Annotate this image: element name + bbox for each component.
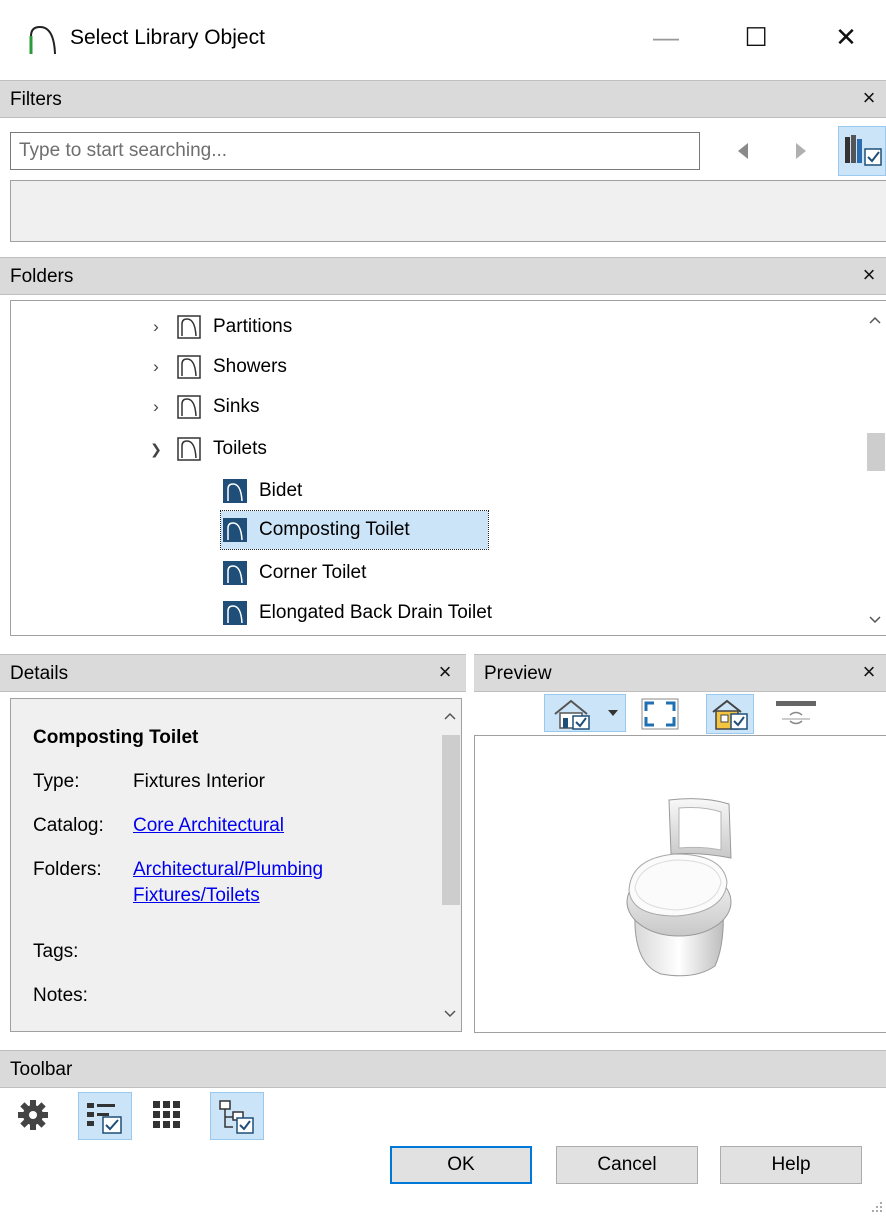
library-object-icon: [223, 479, 247, 503]
library-object-icon: [223, 518, 247, 542]
library-folder-icon: [177, 355, 201, 379]
chevron-right-icon[interactable]: ›: [145, 317, 167, 337]
house-view-icon: [554, 699, 590, 730]
tree-item-label: Toilets: [213, 438, 267, 459]
dropdown-arrow-icon: [608, 710, 618, 716]
tree-item-label: Elongated Back Drain Toilet: [259, 602, 493, 623]
minimize-button[interactable]: —: [636, 22, 696, 62]
tree-item-corner-toilet[interactable]: Corner Toilet: [223, 553, 366, 593]
close-window-button[interactable]: ✕: [816, 22, 876, 62]
tags-label: Tags:: [33, 941, 79, 962]
view-mode-dropdown[interactable]: [544, 694, 626, 732]
toilet-3d-preview: [626, 798, 732, 977]
filters-header: Filters ×: [0, 80, 886, 118]
fit-to-window-icon[interactable]: [640, 697, 680, 731]
tree-view-button[interactable]: [210, 1092, 264, 1140]
folders-header: Folders ×: [0, 257, 886, 295]
library-object-icon: [223, 561, 247, 585]
scroll-down-icon[interactable]: [868, 615, 882, 625]
chevron-right-icon[interactable]: ›: [145, 397, 167, 417]
forward-arrow-icon[interactable]: [786, 136, 814, 166]
tree-item-label: Composting Toilet: [259, 519, 410, 540]
window-title: Select Library Object: [70, 26, 265, 49]
folders-link[interactable]: Architectural/Plumbing Fixtures/Toilets: [133, 857, 323, 909]
preview-close-icon[interactable]: ×: [858, 659, 880, 685]
preview-canvas[interactable]: [474, 735, 886, 1033]
preview-title: Preview: [484, 663, 552, 684]
toolbar-header: Toolbar: [0, 1050, 886, 1088]
chevron-right-icon[interactable]: ›: [145, 357, 167, 377]
cancel-button[interactable]: Cancel: [556, 1146, 698, 1184]
list-view-icon: [87, 1103, 122, 1134]
rotate-view-icon[interactable]: [774, 697, 818, 729]
notes-label: Notes:: [33, 985, 88, 1006]
type-label: Type:: [33, 771, 80, 792]
folders-scroll-thumb[interactable]: [867, 433, 885, 471]
details-scrollbar[interactable]: [439, 699, 461, 1031]
tree-item-bidet[interactable]: Bidet: [223, 471, 302, 511]
details-close-icon[interactable]: ×: [434, 659, 456, 685]
materials-toggle-icon: [712, 699, 748, 730]
filters-title: Filters: [10, 89, 62, 110]
folders-scrollbar[interactable]: [864, 301, 886, 635]
details-folders-row: Folders: Architectural/Plumbing Fixtures/T…: [33, 859, 323, 909]
scroll-down-icon[interactable]: [443, 1009, 457, 1019]
library-folder-icon: [177, 395, 201, 419]
details-scroll-thumb[interactable]: [442, 735, 460, 905]
catalog-label: Catalog:: [33, 815, 104, 836]
gear-icon[interactable]: [16, 1098, 50, 1132]
library-folder-icon: [177, 437, 201, 461]
details-panel: Composting Toilet Type: Fixtures Interior…: [10, 698, 462, 1032]
resize-grip-icon[interactable]: [870, 1200, 884, 1214]
filter-books-icon: [845, 135, 882, 166]
scroll-up-icon[interactable]: [868, 315, 882, 325]
filters-close-icon[interactable]: ×: [858, 85, 880, 111]
tree-item-elongated-back-drain-toilet[interactable]: Elongated Back Drain Toilet: [223, 593, 492, 633]
preview-header: Preview ×: [474, 654, 886, 692]
ok-button[interactable]: OK: [390, 1146, 532, 1184]
tree-item-toilets[interactable]: ❯ Toilets: [145, 429, 267, 469]
grid-view-icon[interactable]: [150, 1098, 184, 1132]
details-header: Details ×: [0, 654, 466, 692]
catalog-link[interactable]: Core Architectural: [133, 815, 284, 836]
tree-item-label: Corner Toilet: [259, 562, 367, 583]
tree-item-composting-toilet[interactable]: Composting Toilet: [220, 510, 489, 550]
tree-item-label: Showers: [213, 356, 287, 377]
app-logo-icon: [29, 25, 56, 55]
tree-item-sinks[interactable]: › Sinks: [145, 387, 259, 427]
tree-item-label: Partitions: [213, 316, 293, 337]
details-title: Details: [10, 663, 69, 684]
details-object-name: Composting Toilet: [33, 727, 199, 748]
tree-view-icon: [219, 1100, 254, 1134]
toolbar-title: Toolbar: [10, 1059, 73, 1080]
help-button[interactable]: Help: [720, 1146, 862, 1184]
filter-options-button[interactable]: [838, 126, 886, 176]
folders-title: Folders: [10, 266, 74, 287]
tree-item-partitions[interactable]: › Partitions: [145, 307, 292, 347]
chevron-down-icon[interactable]: ❯: [145, 441, 167, 458]
list-view-button[interactable]: [78, 1092, 132, 1140]
type-value: Fixtures Interior: [133, 771, 265, 792]
library-folder-icon: [177, 315, 201, 339]
scroll-up-icon[interactable]: [443, 711, 457, 721]
tree-item-label: Bidet: [259, 480, 303, 501]
show-materials-button[interactable]: [706, 694, 754, 734]
maximize-button[interactable]: ☐: [726, 22, 786, 62]
library-object-icon: [223, 601, 247, 625]
details-catalog-row: Catalog: Core Architectural: [33, 815, 284, 837]
folders-link-line1[interactable]: Architectural/Plumbing: [133, 859, 323, 880]
title-bar: Select Library Object — ☐ ✕: [0, 0, 886, 84]
tree-item-label: Sinks: [213, 396, 260, 417]
folders-label: Folders:: [33, 859, 102, 880]
filter-tags-area: [10, 180, 886, 242]
folders-close-icon[interactable]: ×: [858, 262, 880, 288]
folders-link-line2[interactable]: Fixtures/Toilets: [133, 885, 260, 906]
back-arrow-icon[interactable]: [730, 136, 758, 166]
folder-tree[interactable]: › Partitions › Showers › Sinks ❯ Toilets…: [10, 300, 886, 636]
details-type-row: Type: Fixtures Interior: [33, 771, 265, 793]
tree-item-showers[interactable]: › Showers: [145, 347, 287, 387]
search-input[interactable]: [10, 132, 700, 170]
